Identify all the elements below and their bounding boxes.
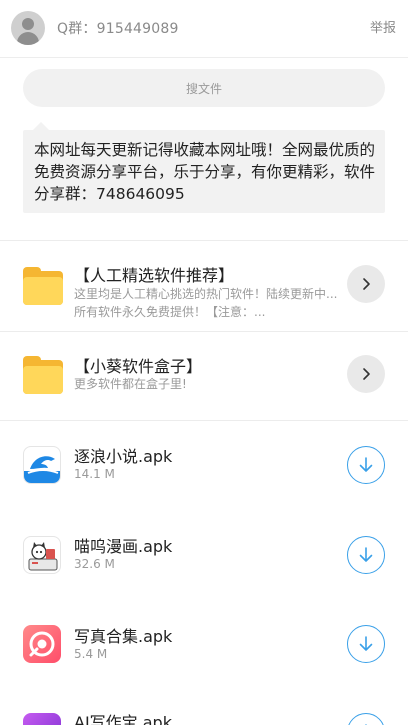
file-row[interactable]: 喵呜漫画.apk 32.6 M [0,511,408,601]
avatar-head-shape [22,18,34,30]
folder-row-toolbox[interactable]: 【小葵软件盒子】 更多软件都在盒子里! [0,332,408,420]
manga-app-icon [23,536,61,574]
search-input[interactable]: 搜文件 [23,69,385,107]
dolphin-app-icon [23,446,61,484]
file-size: 32.6 M [74,557,115,571]
qq-group-label: Q群：915449089 [57,21,179,37]
file-size: 14.1 M [74,467,115,481]
folder-description: 更多软件都在盒子里! [74,377,187,391]
open-folder-button[interactable] [347,265,385,303]
folder-title: 【人工精选软件推荐】 [74,266,235,285]
search-placeholder: 搜文件 [185,81,222,96]
folder-row-recommended[interactable]: 【人工精选软件推荐】 这里均是人工精心挑选的热门软件！陆续更新中...所有软件永… [0,241,408,331]
folder-icon [23,267,63,305]
file-size: 5.4 M [74,647,108,661]
file-name: 喵呜漫画.apk [74,537,173,556]
chevron-right-icon [363,278,370,290]
notice-bubble: 本网址每天更新记得收藏本网址哦！全网最优质的免费资源分享平台，乐于分享，有你更精… [23,122,385,213]
file-name: 写真合集.apk [74,627,173,646]
file-row[interactable]: AI写作宝.apk [0,691,408,725]
file-row[interactable]: 逐浪小说.apk 14.1 M [0,421,408,511]
open-folder-button[interactable] [347,355,385,393]
notice-text: 本网址每天更新记得收藏本网址哦！全网最优质的免费资源分享平台，乐于分享，有你更精… [34,141,376,203]
file-share-page: Q群：915449089 举报 搜文件 本网址每天更新记得收藏本网址哦！全网最优… [0,0,408,725]
file-row[interactable]: 写真合集.apk 5.4 M [0,601,408,691]
report-link[interactable]: 举报 [370,17,396,36]
download-arrow-icon [359,636,373,651]
download-button[interactable] [347,713,385,725]
download-arrow-icon [359,547,373,562]
header-bar: Q群：915449089 举报 [0,0,408,58]
file-name: 逐浪小说.apk [74,447,173,466]
chevron-right-icon [363,368,370,380]
photo-app-icon [23,625,61,663]
file-name: AI写作宝.apk [74,713,172,725]
download-arrow-icon [359,457,373,472]
download-button[interactable] [347,625,385,663]
avatar[interactable] [11,11,45,45]
folder-icon [23,356,63,394]
writing-app-icon [23,713,61,725]
download-button[interactable] [347,446,385,484]
download-button[interactable] [347,536,385,574]
avatar-body-shape [17,32,39,45]
folder-title: 【小葵软件盒子】 [74,357,203,376]
folder-description: 这里均是人工精心挑选的热门软件！陆续更新中...所有软件永久免费提供！【注意：.… [74,287,338,319]
